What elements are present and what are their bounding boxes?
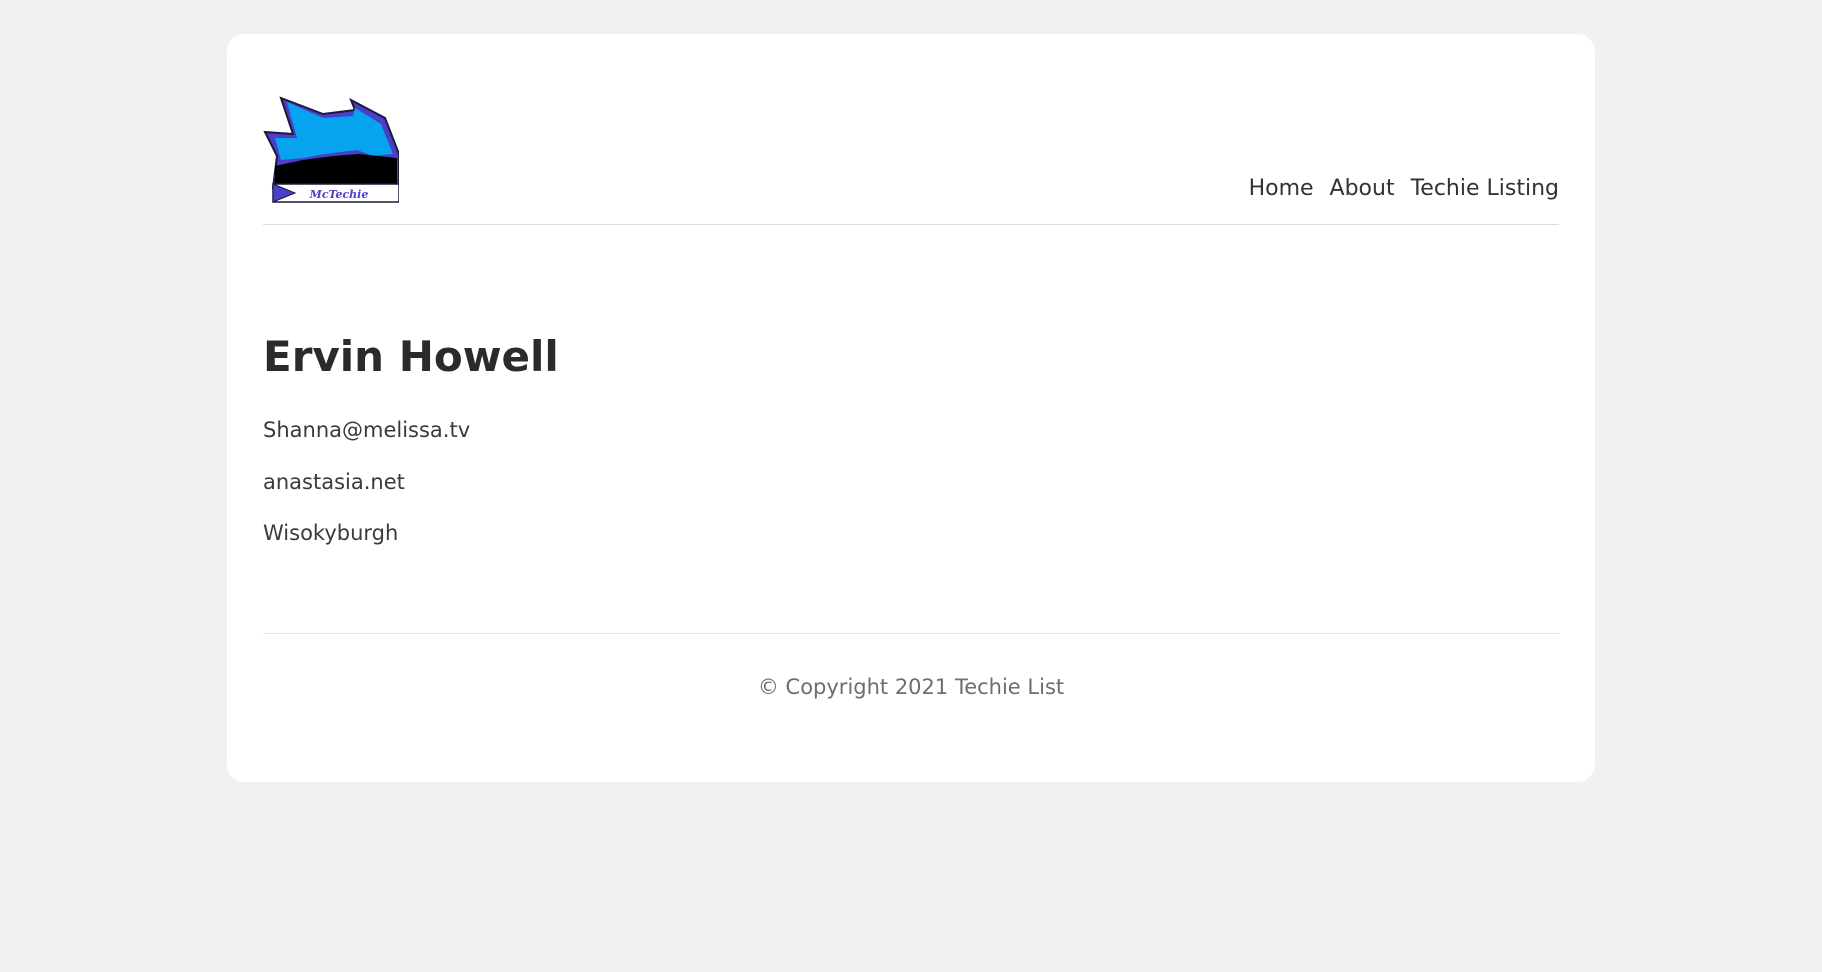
nav-link-about[interactable]: About [1330, 178, 1395, 200]
copyright-text: © Copyright 2021 Techie List [757, 675, 1065, 699]
site-header: McTechie Home About Techie Listing [263, 34, 1559, 225]
profile-website: anastasia.net [263, 470, 405, 494]
site-logo[interactable]: McTechie [263, 96, 399, 204]
nav-link-home[interactable]: Home [1249, 178, 1314, 200]
footer-divider [263, 633, 1559, 634]
profile-city: Wisokyburgh [263, 521, 399, 545]
profile-email: Shanna@melissa.tv [263, 418, 471, 442]
nav-link-techie-listing[interactable]: Techie Listing [1411, 178, 1559, 200]
logo-text: McTechie [309, 188, 369, 201]
profile-section: Ervin Howell Shanna@melissa.tv anastasia… [263, 332, 559, 545]
profile-name: Ervin Howell [263, 332, 559, 381]
site-footer: © Copyright 2021 Techie List [227, 675, 1595, 699]
main-nav: Home About Techie Listing [1249, 178, 1559, 200]
page-card: McTechie Home About Techie Listing Ervin… [227, 34, 1595, 782]
